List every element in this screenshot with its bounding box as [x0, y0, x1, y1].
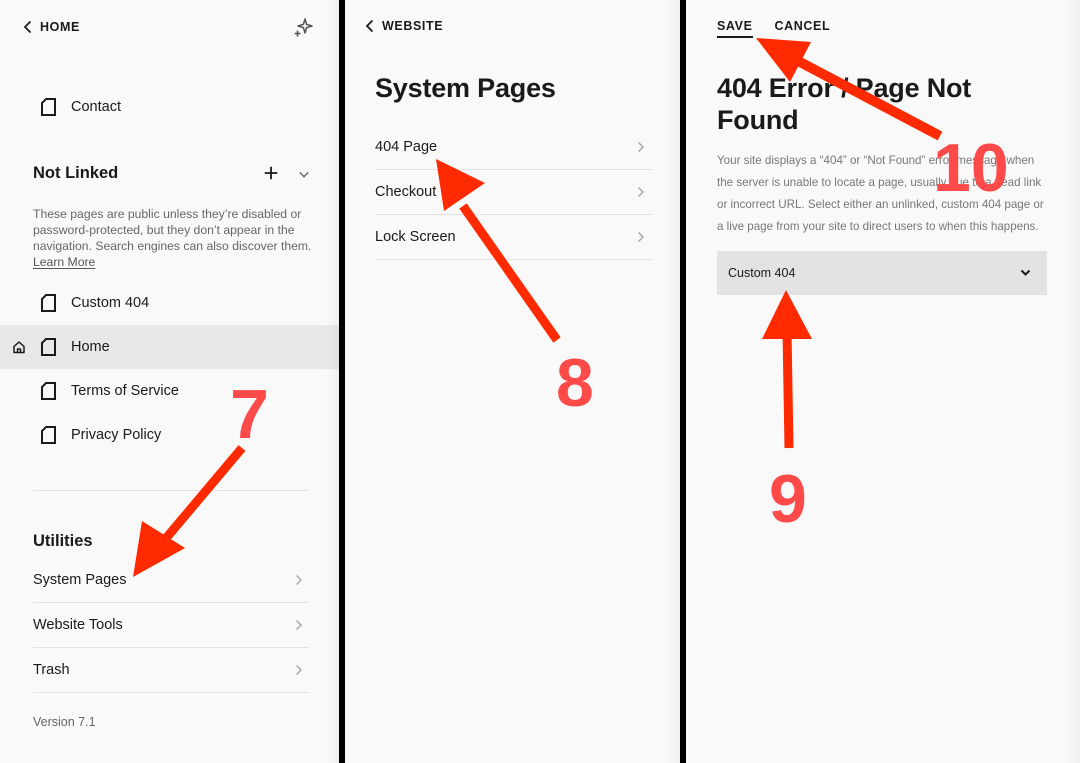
system-page-label: Lock Screen — [375, 229, 456, 245]
page-item-custom-404[interactable]: Custom 404 — [0, 281, 339, 325]
chevron-down-icon — [299, 171, 309, 178]
page-item-label: Terms of Service — [71, 383, 179, 399]
page-item-label: Custom 404 — [71, 295, 150, 311]
utility-item-website-tools[interactable]: Website Tools — [33, 603, 309, 648]
cancel-button[interactable]: CANCEL — [775, 19, 831, 38]
system-page-label: Checkout — [375, 184, 437, 200]
back-website-button[interactable]: WEBSITE — [364, 19, 443, 33]
system-page-item-checkout[interactable]: Checkout — [375, 170, 652, 215]
not-linked-heading: Not Linked — [33, 164, 119, 182]
home-icon — [13, 341, 25, 354]
chevron-right-icon — [637, 141, 645, 153]
chevron-right-icon — [295, 619, 303, 631]
page-item-privacy-policy[interactable]: Privacy Policy — [0, 413, 339, 457]
website-pages-panel: HOME Contact Not Linked These pages are … — [0, 0, 339, 763]
404-page-select[interactable]: Custom 404 — [717, 251, 1047, 295]
page-title: System Pages — [375, 73, 556, 103]
page-item-terms-of-service[interactable]: Terms of Service — [0, 369, 339, 413]
utility-item-label: Website Tools — [33, 617, 123, 633]
page-icon — [41, 382, 56, 400]
utility-item-label: Trash — [33, 662, 70, 678]
collapse-section-button[interactable] — [295, 165, 313, 183]
not-linked-description: These pages are public unless they’re di… — [33, 207, 312, 269]
page-item-home[interactable]: Home — [0, 325, 339, 369]
system-page-item-lock-screen[interactable]: Lock Screen — [375, 215, 652, 260]
utility-item-label: System Pages — [33, 572, 127, 588]
back-home-button[interactable]: HOME — [22, 20, 80, 34]
page-title: 404 Error / Page Not Found — [717, 73, 972, 135]
top-actions: SAVE CANCEL — [717, 19, 830, 38]
page-item-label: Contact — [71, 99, 121, 115]
system-page-item-404[interactable]: 404 Page — [375, 125, 652, 170]
page-item-contact[interactable]: Contact — [0, 85, 339, 129]
page-icon — [41, 426, 56, 444]
page-icon — [41, 98, 56, 116]
page-icon — [41, 294, 56, 312]
version-label: Version 7.1 — [33, 715, 96, 729]
chevron-right-icon — [295, 574, 303, 586]
chevron-right-icon — [295, 664, 303, 676]
page-icon — [41, 338, 56, 356]
save-button[interactable]: SAVE — [717, 19, 753, 38]
chevron-left-icon — [23, 20, 32, 34]
404-settings-panel: SAVE CANCEL 404 Error / Page Not Found Y… — [686, 0, 1080, 763]
system-page-label: 404 Page — [375, 139, 438, 155]
add-page-button[interactable] — [261, 163, 281, 183]
chevron-left-icon — [365, 19, 374, 33]
system-pages-panel: WEBSITE System Pages 404 Page Checkout L… — [345, 0, 680, 763]
chevron-down-icon — [1020, 269, 1031, 276]
utilities-heading: Utilities — [33, 532, 93, 550]
select-value: Custom 404 — [728, 266, 796, 280]
sparkle-button[interactable] — [292, 17, 314, 39]
back-website-label: WEBSITE — [382, 19, 444, 33]
utility-item-trash[interactable]: Trash — [33, 648, 309, 693]
utility-item-system-pages[interactable]: System Pages — [33, 558, 309, 603]
page-item-label: Home — [71, 339, 110, 355]
back-home-label: HOME — [40, 20, 80, 34]
sparkle-icon — [294, 18, 313, 37]
learn-more-link[interactable]: Learn More — [33, 255, 95, 269]
chevron-right-icon — [637, 231, 645, 243]
plus-icon — [264, 166, 278, 180]
chevron-right-icon — [637, 186, 645, 198]
section-divider — [33, 490, 309, 491]
404-description: Your site displays a “404” or “Not Found… — [717, 154, 1044, 233]
page-item-label: Privacy Policy — [71, 427, 162, 443]
